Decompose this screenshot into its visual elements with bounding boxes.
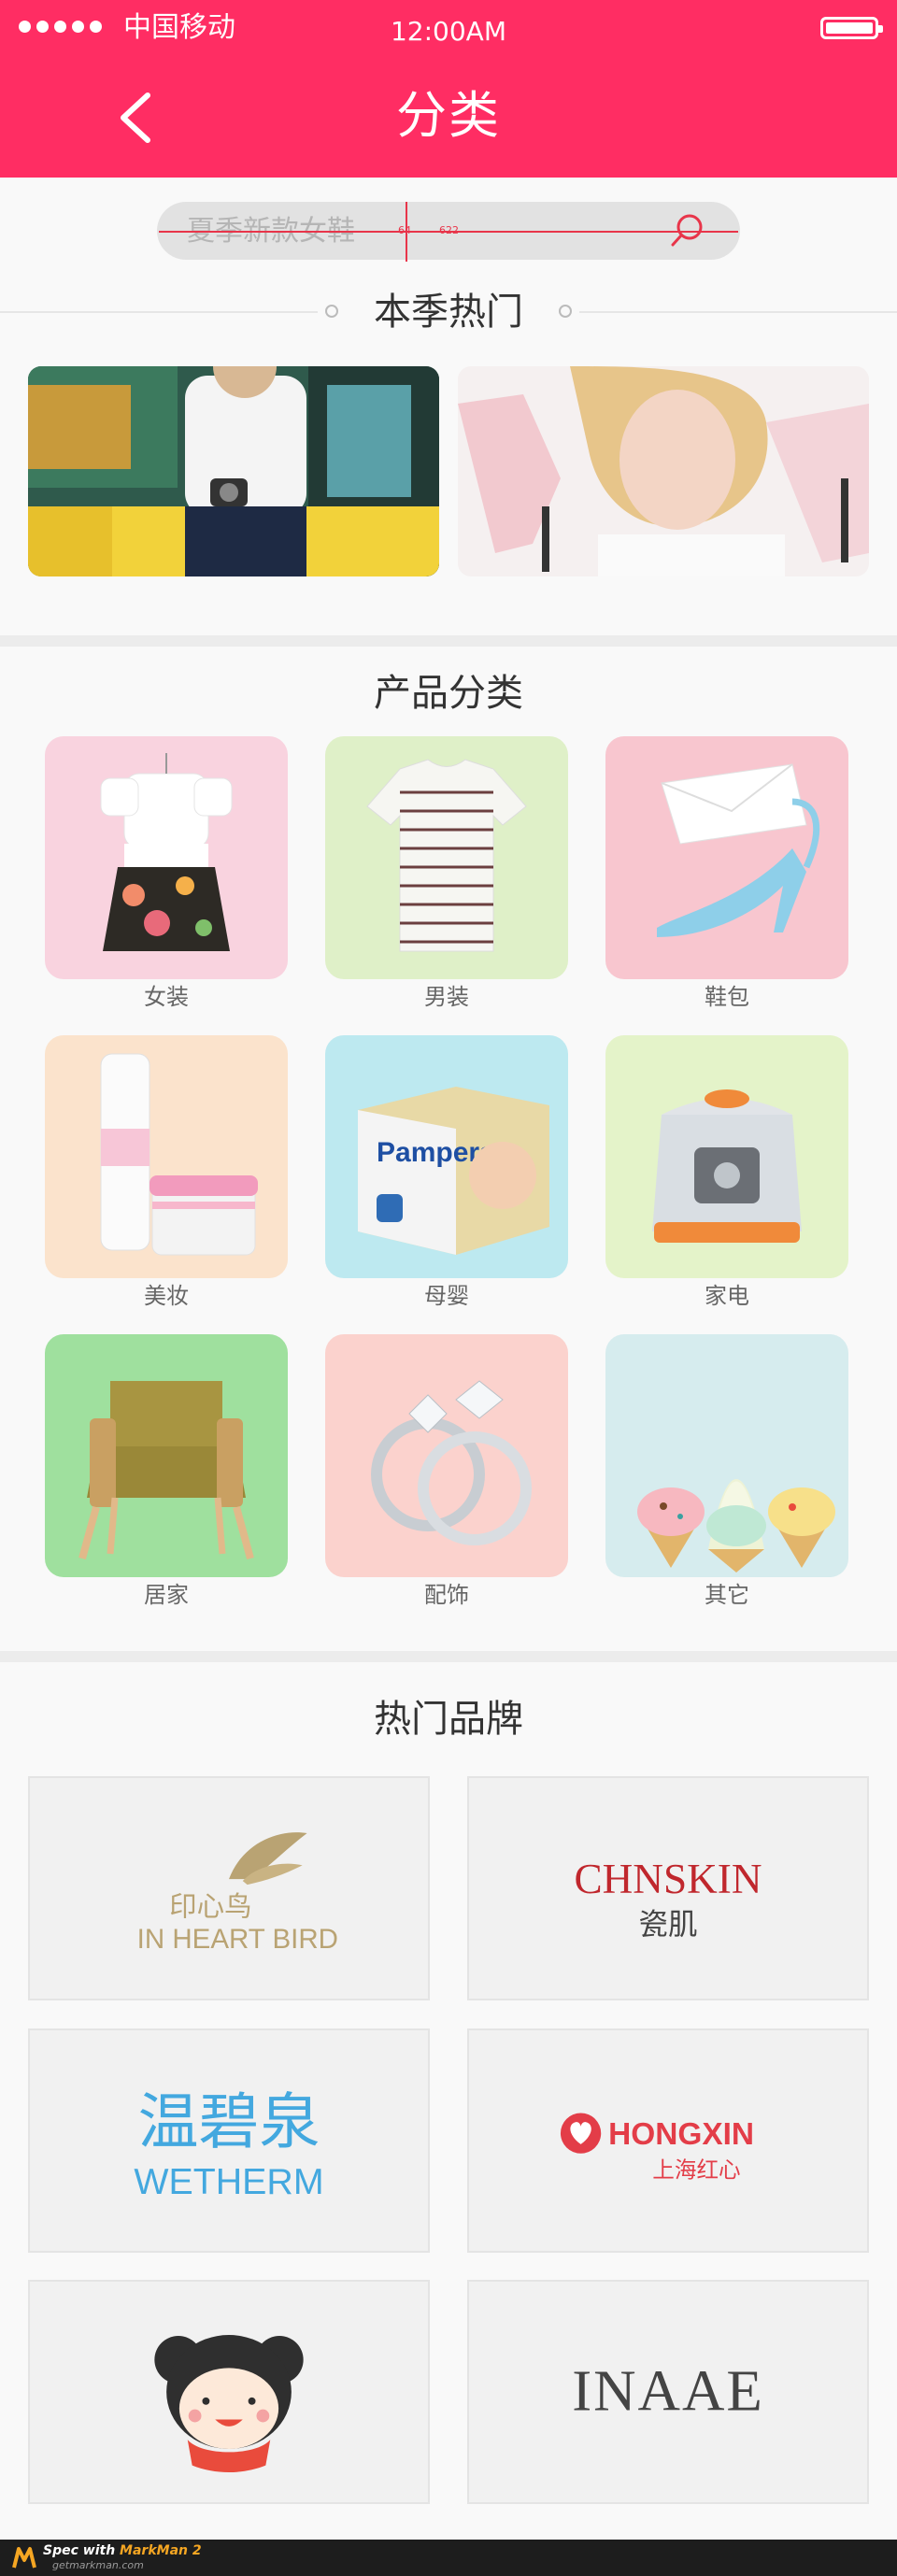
man-with-camera-photo [28, 366, 439, 576]
category-tile[interactable] [325, 1334, 568, 1577]
woman-with-sandals-photo [458, 366, 869, 576]
categories-title: 产品分类 [374, 672, 523, 715]
brand-subtitle: 上海红心 [652, 2156, 740, 2183]
brand-tile-inheartbird[interactable]: 印心鸟 IN HEART BIRD [28, 1776, 430, 2000]
hot-season-title: 本季热门 [374, 291, 523, 334]
brand-tile-inaae[interactable]: INAAE [467, 2280, 869, 2504]
diapers-box-icon: Pampers [358, 1087, 549, 1255]
markman-logo-icon [12, 2547, 36, 2569]
brand-subtitle: 瓷肌 [639, 1908, 698, 1942]
category-label: 美妆 [144, 1283, 189, 1309]
chnskin-logo: CHNSKIN 瓷肌 [575, 1856, 762, 1942]
category-tile[interactable] [45, 1334, 288, 1577]
category-label: 女装 [144, 984, 189, 1010]
ice-cream-icon [637, 1479, 835, 1573]
spec-measure-label: 622 [439, 224, 459, 236]
category-tile[interactable] [605, 1334, 848, 1577]
battery-icon [820, 17, 883, 39]
markman-badge: Spec with MarkMan 2 getmarkman.com [0, 2540, 897, 2576]
category-tile[interactable]: Pampers [325, 1035, 568, 1278]
category-tile[interactable] [45, 1035, 288, 1278]
brand-tile-chnskin[interactable]: CHNSKIN 瓷肌 [467, 1776, 869, 2000]
markman-badge-url: getmarkman.com [52, 2559, 144, 2571]
inheartbird-logo: 印心鸟 IN HEART BIRD [137, 1832, 338, 1955]
category-label: 鞋包 [705, 984, 749, 1010]
rice-cooker-icon [652, 1089, 802, 1243]
category-label: 家电 [705, 1283, 749, 1309]
spec-measure-label: 64 [398, 224, 411, 236]
category-label: 男装 [424, 984, 469, 1010]
category-tile[interactable] [325, 736, 568, 979]
category-tile[interactable] [605, 736, 848, 979]
bear-logo-icon [154, 2335, 304, 2473]
category-label: 母婴 [424, 1283, 469, 1309]
page-title: 分类 [396, 86, 501, 145]
category-tile[interactable] [605, 1035, 848, 1278]
section-divider [0, 1651, 897, 1662]
brand-tile-wetherm[interactable]: 温碧泉 WETHERM [28, 2028, 430, 2253]
brands-title: 热门品牌 [374, 1698, 523, 1741]
category-label: 其它 [705, 1582, 749, 1608]
brand-name: 印心鸟 [169, 1891, 252, 1923]
status-time: 12:00AM [390, 16, 506, 47]
striped-tshirt-icon [366, 759, 527, 952]
hot-item-man-photo[interactable] [28, 366, 439, 576]
category-label: 居家 [144, 1582, 189, 1608]
hot-item-woman-photo[interactable] [458, 366, 869, 576]
rings-icon [371, 1380, 532, 1545]
high-heel-icon [657, 763, 820, 937]
armchair-icon [78, 1381, 254, 1560]
brand-name: CHNSKIN [575, 1856, 762, 1902]
brand-name: 温碧泉 [138, 2087, 320, 2157]
wetherm-logo: 温碧泉 WETHERM [134, 2087, 323, 2202]
markman-badge-text: Spec with MarkMan 2 [43, 2543, 202, 2558]
brand-tile-bear[interactable] [28, 2280, 430, 2504]
brand-name: HONGXIN [608, 2117, 754, 2152]
brand-name: INAAE [572, 2358, 764, 2424]
brand-subtitle: IN HEART BIRD [137, 1924, 338, 1955]
category-tile[interactable] [45, 736, 288, 979]
dress-icon [100, 753, 233, 951]
brand-tile-hongxin[interactable]: HONGXIN 上海红心 [467, 2028, 869, 2253]
brand-subtitle: WETHERM [134, 2161, 323, 2202]
app-header: 中国移动 12:00AM 分类 [0, 0, 897, 178]
cosmetics-icon [100, 1053, 258, 1256]
hongxin-logo: HONGXIN 上海红心 [560, 2113, 754, 2183]
inaae-logo: INAAE [572, 2358, 764, 2424]
section-divider [0, 635, 897, 647]
category-label: 配饰 [424, 1582, 469, 1608]
